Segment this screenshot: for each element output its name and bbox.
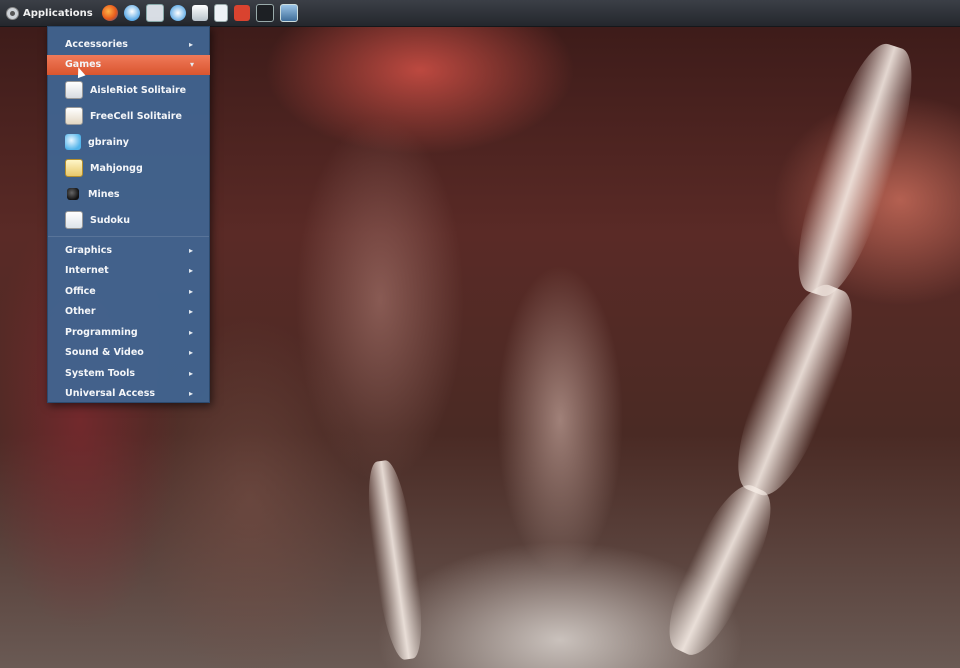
menu-item-label: AisleRiot Solitaire <box>90 84 187 96</box>
chevron-right-icon: ▸ <box>188 39 193 49</box>
menu-item-label: Internet <box>65 265 109 277</box>
games-submenu: AisleRiot Solitaire FreeCell Solitaire g… <box>48 75 209 233</box>
calculator-icon[interactable] <box>191 5 208 21</box>
menu-item-label: Universal Access <box>65 388 156 400</box>
menu-item-label: gbrainy <box>88 136 129 148</box>
menu-item-internet[interactable]: Internet ▸ <box>48 261 209 282</box>
tiles-icon <box>65 159 83 177</box>
menu-item-label: Mines <box>88 188 120 200</box>
menu-item-gbrainy[interactable]: gbrainy <box>48 129 209 155</box>
red-folder-icon[interactable] <box>233 5 250 21</box>
menu-item-accessories[interactable]: Accessories ▸ <box>48 34 209 55</box>
menu-item-label: Other <box>65 306 96 318</box>
wallpaper-wheat-stalk <box>781 35 929 305</box>
menu-item-label: Accessories <box>65 38 128 50</box>
menu-item-graphics[interactable]: Graphics ▸ <box>48 240 209 261</box>
power-icon[interactable] <box>169 5 186 21</box>
chevron-right-icon: ▸ <box>188 389 193 399</box>
menu-item-office[interactable]: Office ▸ <box>48 281 209 302</box>
weather-icon[interactable] <box>123 5 140 21</box>
menu-item-aisleriot-solitaire[interactable]: AisleRiot Solitaire <box>48 77 209 103</box>
menu-item-other[interactable]: Other ▸ <box>48 302 209 323</box>
menu-item-label: Programming <box>65 326 138 338</box>
menu-item-mines[interactable]: Mines <box>48 181 209 207</box>
grid-icon <box>65 211 83 229</box>
cards-icon <box>65 107 83 125</box>
menu-item-programming[interactable]: Programming ▸ <box>48 322 209 343</box>
menu-item-freecell-solitaire[interactable]: FreeCell Solitaire <box>48 103 209 129</box>
firefox-icon[interactable] <box>101 5 118 21</box>
menu-divider <box>48 236 209 237</box>
wallpaper-wheat-stalk <box>721 274 869 506</box>
desktop-wallpaper: Applications Accessories ▸ Games ▾ Aisle… <box>0 0 960 668</box>
menu-item-sound-and-video[interactable]: Sound & Video ▸ <box>48 343 209 364</box>
brain-icon <box>65 134 81 150</box>
chevron-right-icon: ▸ <box>188 286 193 296</box>
top-panel: Applications <box>0 0 960 27</box>
menu-item-universal-access[interactable]: Universal Access ▸ <box>48 384 209 405</box>
wallpaper-wheat-stalk <box>361 458 429 662</box>
chevron-right-icon: ▸ <box>188 348 193 358</box>
applications-dropdown-menu: Accessories ▸ Games ▾ AisleRiot Solitair… <box>47 26 210 403</box>
chat-icon[interactable] <box>145 4 164 22</box>
mine-icon <box>67 188 79 200</box>
menu-item-label: Mahjongg <box>90 162 143 174</box>
menu-item-label: Sound & Video <box>65 347 144 359</box>
terminal-icon[interactable] <box>255 4 274 22</box>
cards-icon <box>65 81 83 99</box>
image-viewer-icon[interactable] <box>279 4 298 22</box>
menu-item-label: System Tools <box>65 367 136 379</box>
menu-item-games[interactable]: Games ▾ <box>47 54 210 75</box>
chevron-right-icon: ▸ <box>188 266 193 276</box>
menu-item-system-tools[interactable]: System Tools ▸ <box>48 363 209 384</box>
chevron-right-icon: ▸ <box>188 307 193 317</box>
menu-item-label: Office <box>65 285 96 297</box>
menu-item-label: Sudoku <box>90 214 131 226</box>
chevron-down-icon: ▾ <box>189 60 194 70</box>
chevron-right-icon: ▸ <box>188 327 193 337</box>
menu-item-label: FreeCell Solitaire <box>90 110 182 122</box>
chevron-right-icon: ▸ <box>188 368 193 378</box>
document-icon[interactable] <box>213 4 228 22</box>
chevron-right-icon: ▸ <box>188 245 193 255</box>
applications-label: Applications <box>23 7 93 19</box>
menu-item-mahjongg[interactable]: Mahjongg <box>48 155 209 181</box>
applications-menu-button[interactable]: Applications <box>0 0 99 26</box>
menu-item-label: Graphics <box>65 244 112 256</box>
menu-item-sudoku[interactable]: Sudoku <box>48 207 209 233</box>
wallpaper-wheat-stalk <box>654 475 786 665</box>
applications-logo-icon <box>6 6 19 20</box>
